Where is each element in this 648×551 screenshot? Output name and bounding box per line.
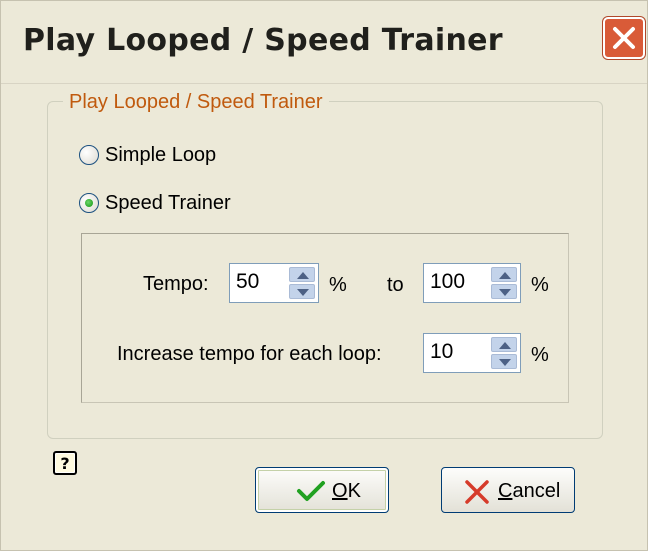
speed-trainer-radio[interactable] (79, 193, 99, 213)
ok-button[interactable]: OK (255, 467, 389, 513)
cancel-button[interactable]: Cancel (441, 467, 575, 513)
speed-trainer-panel (81, 233, 569, 403)
arrow-up-icon (499, 272, 511, 279)
arrow-down-icon (499, 359, 511, 366)
dialog-window: Play Looped / Speed Trainer Play Looped … (0, 0, 648, 551)
ok-mnemonic: O (332, 480, 348, 502)
window-title: Play Looped / Speed Trainer (23, 23, 503, 58)
simple-loop-option[interactable]: Simple Loop (79, 142, 216, 168)
arrow-up-icon (297, 272, 309, 279)
tempo-from-up-button[interactable] (289, 267, 315, 282)
ok-label-rest: K (347, 480, 361, 502)
cancel-label-rest: ancel (512, 480, 561, 502)
increase-tempo-value[interactable]: 10 (430, 340, 453, 364)
speed-trainer-label: Speed Trainer (105, 191, 231, 214)
increase-tempo-up-button[interactable] (491, 337, 517, 352)
increase-tempo-label: Increase tempo for each loop: (117, 343, 382, 365)
increase-tempo-down-button[interactable] (491, 354, 517, 369)
tempo-from-value[interactable]: 50 (236, 270, 259, 294)
arrow-down-icon (499, 289, 511, 296)
tempo-to-stepper[interactable]: 100 (423, 263, 521, 303)
to-label: to (387, 274, 404, 296)
ok-label: OK (332, 480, 361, 503)
tempo-to-down-button[interactable] (491, 284, 517, 299)
tempo-to-value[interactable]: 100 (430, 270, 465, 294)
checkmark-icon (297, 481, 325, 501)
speed-trainer-option[interactable]: Speed Trainer (79, 190, 231, 216)
tempo-to-unit: % (531, 274, 549, 296)
increase-tempo-unit: % (531, 344, 549, 366)
arrow-down-icon (297, 289, 309, 296)
tempo-from-down-button[interactable] (289, 284, 315, 299)
tempo-from-stepper[interactable]: 50 (229, 263, 319, 303)
cancel-x-icon (465, 480, 489, 504)
title-bar[interactable]: Play Looped / Speed Trainer (1, 1, 647, 84)
increase-tempo-stepper[interactable]: 10 (423, 333, 521, 373)
close-icon (613, 27, 635, 49)
help-icon: ? (53, 451, 77, 475)
svg-text:?: ? (60, 454, 69, 473)
help-button[interactable]: ? (53, 451, 77, 475)
cancel-label: Cancel (498, 480, 560, 503)
tempo-to-up-button[interactable] (491, 267, 517, 282)
cancel-mnemonic: C (498, 480, 513, 502)
simple-loop-label: Simple Loop (105, 143, 217, 166)
group-legend: Play Looped / Speed Trainer (63, 91, 329, 114)
tempo-label: Tempo: (143, 273, 209, 295)
tempo-from-unit: % (329, 274, 347, 296)
simple-loop-radio[interactable] (79, 145, 99, 165)
arrow-up-icon (499, 342, 511, 349)
close-button[interactable] (603, 17, 645, 59)
